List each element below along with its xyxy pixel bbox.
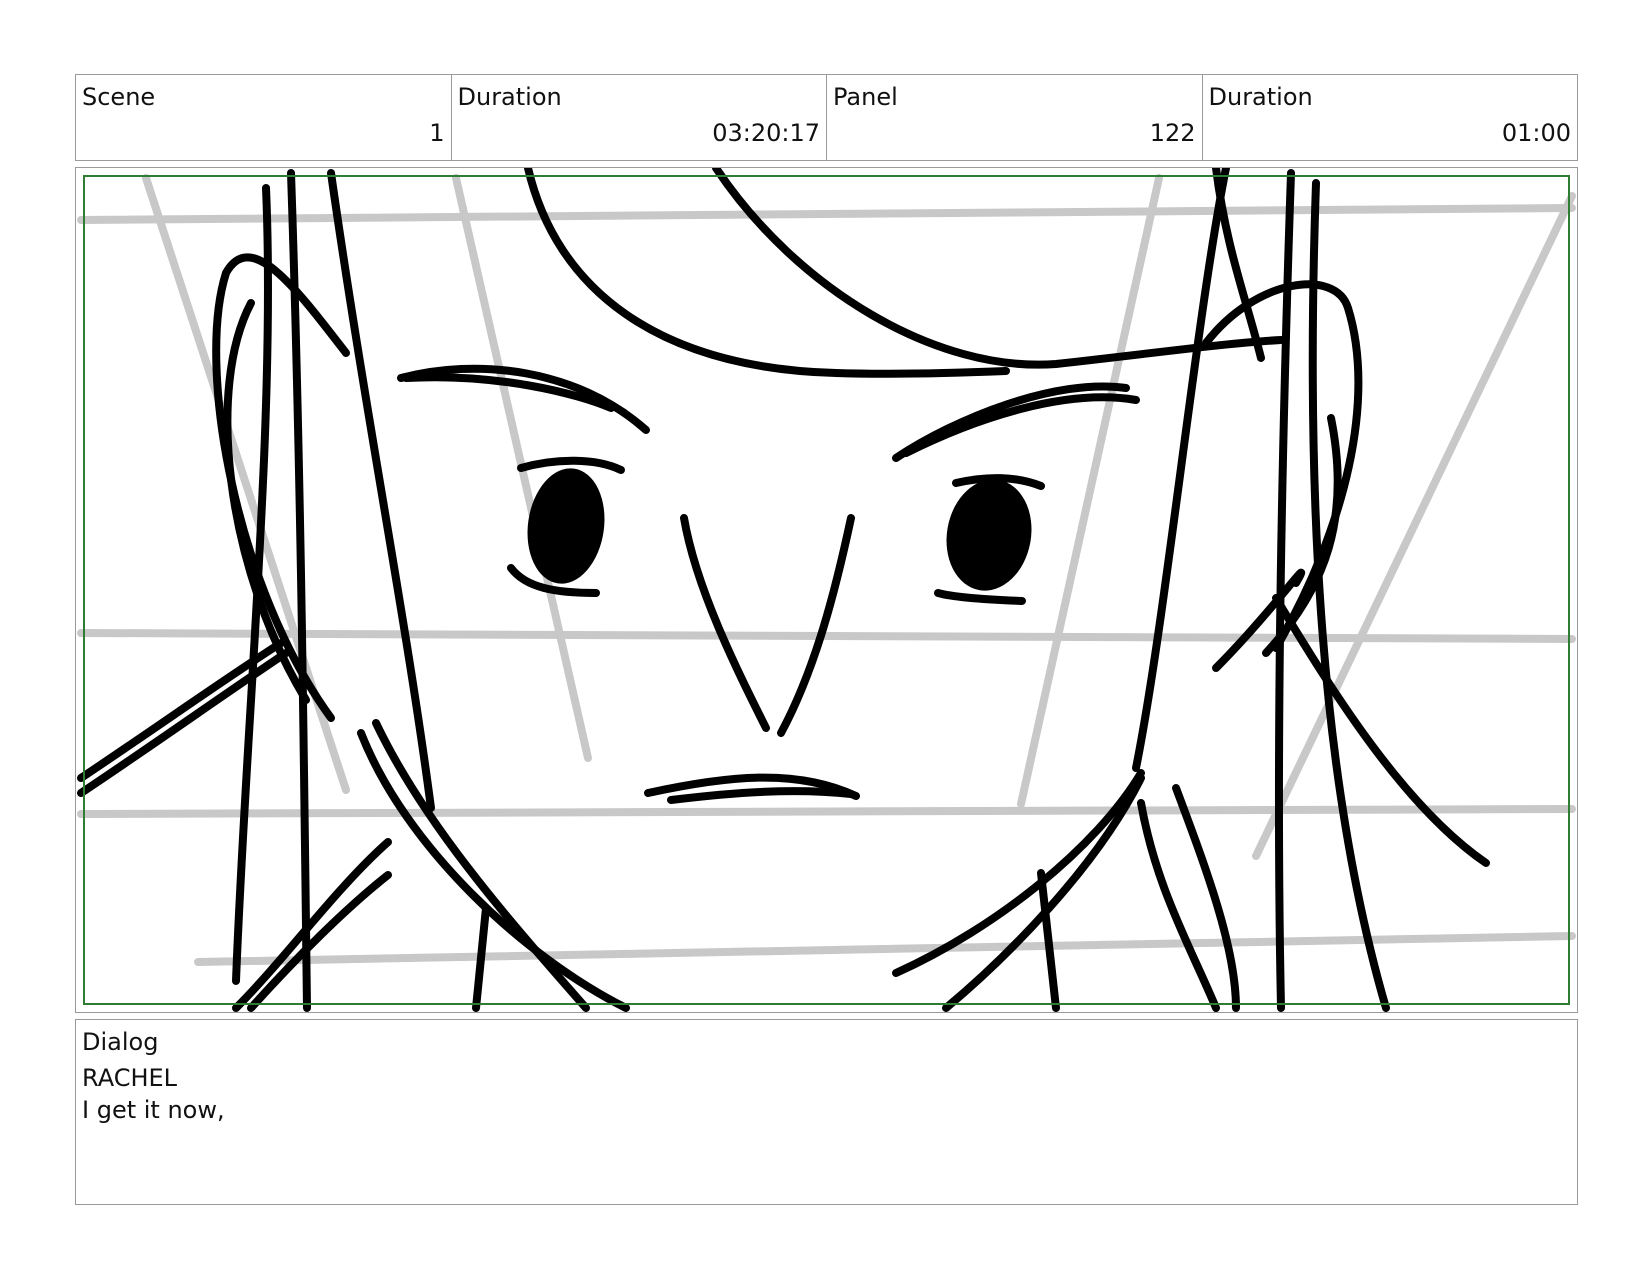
face-sketch: [77, 168, 1490, 1012]
scene-duration-cell: Duration 03:20:17: [452, 75, 827, 160]
panel-number: 122: [1149, 119, 1196, 147]
panel-label: Panel: [833, 83, 898, 111]
scene-number: 1: [429, 119, 445, 147]
scene-cell: Scene 1: [76, 75, 452, 160]
dialog-box: Dialog RACHEL I get it now,: [75, 1019, 1578, 1205]
scene-duration-label: Duration: [457, 83, 562, 111]
panel-duration-cell: Duration 01:00: [1203, 75, 1578, 160]
scene-duration-value: 03:20:17: [712, 119, 820, 147]
panel-cell: Panel 122: [827, 75, 1203, 160]
panel-duration-value: 01:00: [1501, 119, 1571, 147]
dialog-line: I get it now,: [82, 1096, 225, 1124]
panel-info-header: Scene 1 Duration 03:20:17 Panel 122 Dura…: [75, 74, 1578, 161]
panel-duration-label: Duration: [1208, 83, 1313, 111]
dialog-speaker: RACHEL: [82, 1064, 178, 1092]
panel-sketch: [77, 168, 1576, 1012]
dialog-label: Dialog: [82, 1028, 159, 1056]
scene-label: Scene: [82, 83, 156, 111]
storyboard-panel: [75, 167, 1578, 1013]
